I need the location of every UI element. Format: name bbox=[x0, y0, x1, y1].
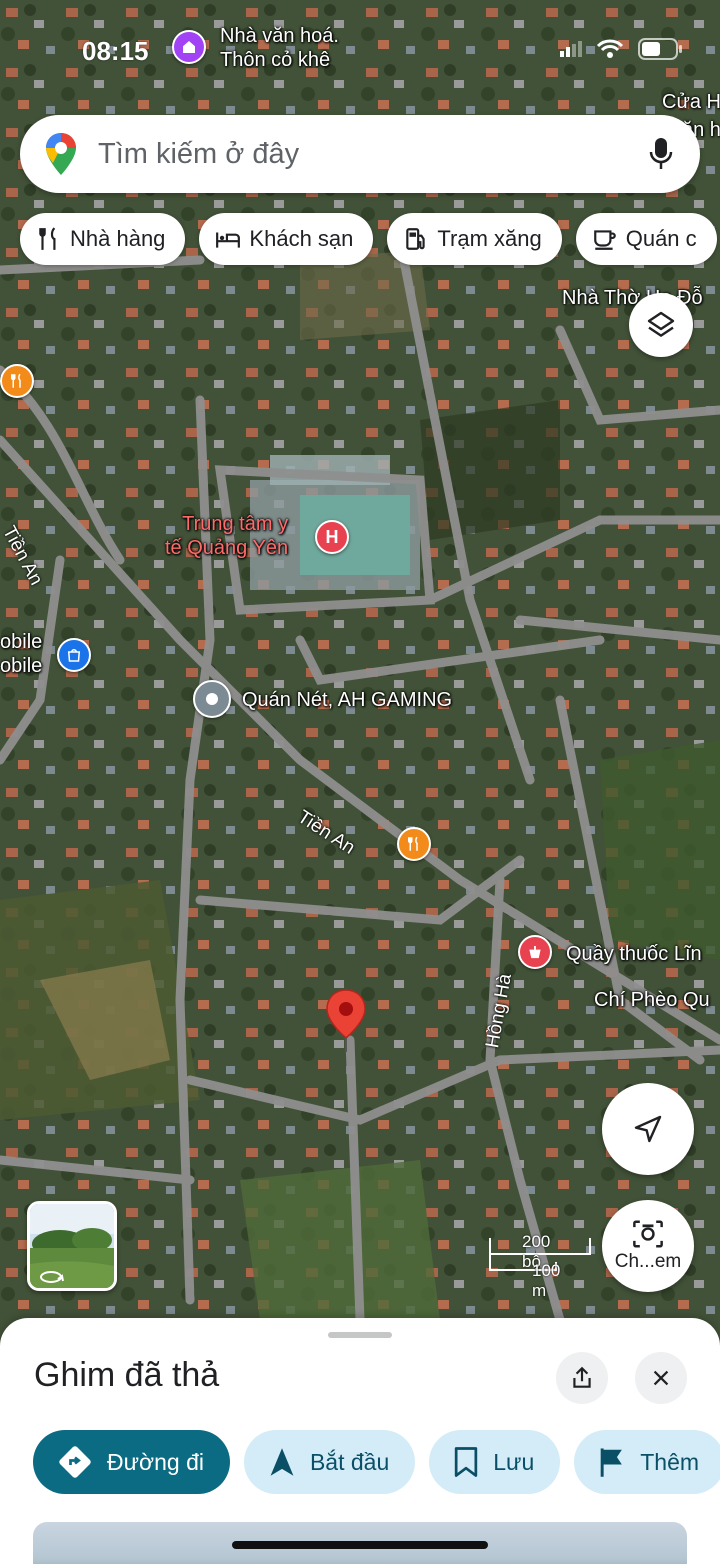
share-icon bbox=[573, 1366, 591, 1388]
chip-restaurants[interactable]: Nhà hàng bbox=[20, 213, 186, 265]
directions-label: Đường đi bbox=[107, 1448, 204, 1475]
home-indicator[interactable] bbox=[232, 1541, 488, 1549]
dropped-pin-sheet[interactable]: Ghim đã thả Đường đi Bắt đầu Lưu Thêm bbox=[0, 1318, 720, 1564]
sheet-actions: Đường đi Bắt đầu Lưu Thêm bbox=[33, 1430, 720, 1494]
category-chips: Nhà hàng Khách sạn Trạm xăng Quán c bbox=[20, 213, 717, 265]
flag-icon bbox=[600, 1448, 623, 1477]
map-label-pharmacy[interactable]: Quầy thuốc Lĩn bbox=[566, 942, 702, 966]
sheet-title: Ghim đã thả bbox=[34, 1356, 220, 1394]
my-location-button[interactable] bbox=[602, 1083, 694, 1175]
map-label-top-right[interactable]: Cửa H bbox=[662, 90, 720, 114]
restaurant-poi-icon[interactable] bbox=[0, 364, 34, 398]
lens-button[interactable]: Ch...em bbox=[602, 1200, 694, 1292]
shop-poi-icon[interactable] bbox=[57, 638, 91, 672]
street-view-thumbnail[interactable] bbox=[27, 1201, 117, 1291]
wifi-icon bbox=[596, 39, 624, 58]
status-icons bbox=[560, 38, 684, 60]
cultural-house-poi-icon[interactable] bbox=[172, 30, 206, 64]
save-button[interactable]: Lưu bbox=[429, 1430, 561, 1494]
coffee-cup-icon bbox=[593, 230, 616, 250]
bookmark-icon bbox=[455, 1447, 478, 1477]
close-button[interactable] bbox=[635, 1352, 687, 1404]
camera-lens-icon bbox=[633, 1220, 663, 1248]
sheet-drag-handle[interactable] bbox=[328, 1332, 392, 1338]
pharmacy-poi-icon[interactable] bbox=[518, 935, 552, 969]
place-pin-icon[interactable] bbox=[193, 680, 231, 718]
hospital-poi-icon[interactable]: H bbox=[315, 520, 349, 554]
save-label: Lưu bbox=[493, 1448, 535, 1475]
microphone-icon[interactable] bbox=[648, 136, 674, 172]
status-time: 08:15 bbox=[82, 36, 149, 66]
more-button[interactable]: Thêm bbox=[574, 1430, 720, 1494]
google-maps-logo-icon bbox=[46, 133, 76, 175]
dropped-pin-icon[interactable] bbox=[324, 988, 368, 1054]
map-label-mobile[interactable]: obile obile bbox=[0, 630, 42, 678]
chip-label: Khách sạn bbox=[249, 226, 354, 251]
layers-icon bbox=[647, 311, 675, 337]
gas-pump-icon bbox=[406, 228, 426, 250]
scale-meters: 100 m bbox=[532, 1261, 561, 1300]
fork-knife-icon bbox=[39, 227, 56, 250]
more-label: Thêm bbox=[640, 1448, 700, 1475]
bed-icon bbox=[216, 232, 241, 248]
rotate-360-icon bbox=[40, 1271, 64, 1283]
start-label: Bắt đầu bbox=[309, 1448, 390, 1475]
battery-icon bbox=[638, 38, 682, 60]
layers-button[interactable] bbox=[629, 293, 693, 357]
map-label-gaming[interactable]: Quán Nét, AH GAMING bbox=[242, 688, 452, 712]
chip-hotels[interactable]: Khách sạn bbox=[199, 213, 374, 265]
location-arrow-icon bbox=[634, 1115, 662, 1143]
chip-label: Nhà hàng bbox=[70, 226, 166, 251]
chip-label: Trạm xăng bbox=[437, 226, 542, 251]
close-icon bbox=[653, 1370, 669, 1386]
lens-button-label: Ch...em bbox=[614, 1251, 682, 1272]
chip-label: Quán c bbox=[625, 226, 697, 251]
search-bar[interactable]: Tìm kiếm ở đây bbox=[20, 115, 700, 193]
search-input[interactable]: Tìm kiếm ở đây bbox=[98, 138, 648, 171]
map-label-medical-center[interactable]: Trung tâm y tế Quảng Yên bbox=[165, 512, 288, 560]
map-label-cultural-house[interactable]: Nhà văn hoá. Thôn cỏ khê bbox=[220, 24, 339, 72]
chip-cafes[interactable]: Quán c bbox=[575, 213, 717, 265]
map-label-chi-pheo[interactable]: Chí Phèo Qu bbox=[594, 988, 710, 1012]
chip-gas-stations[interactable]: Trạm xăng bbox=[387, 213, 562, 265]
share-button[interactable] bbox=[556, 1352, 608, 1404]
signal-icon bbox=[560, 41, 582, 57]
directions-icon bbox=[59, 1446, 91, 1478]
start-button[interactable]: Bắt đầu bbox=[243, 1430, 416, 1494]
directions-button[interactable]: Đường đi bbox=[33, 1430, 230, 1494]
navigation-arrow-icon bbox=[270, 1448, 294, 1476]
restaurant-poi-icon-2[interactable] bbox=[397, 827, 431, 861]
